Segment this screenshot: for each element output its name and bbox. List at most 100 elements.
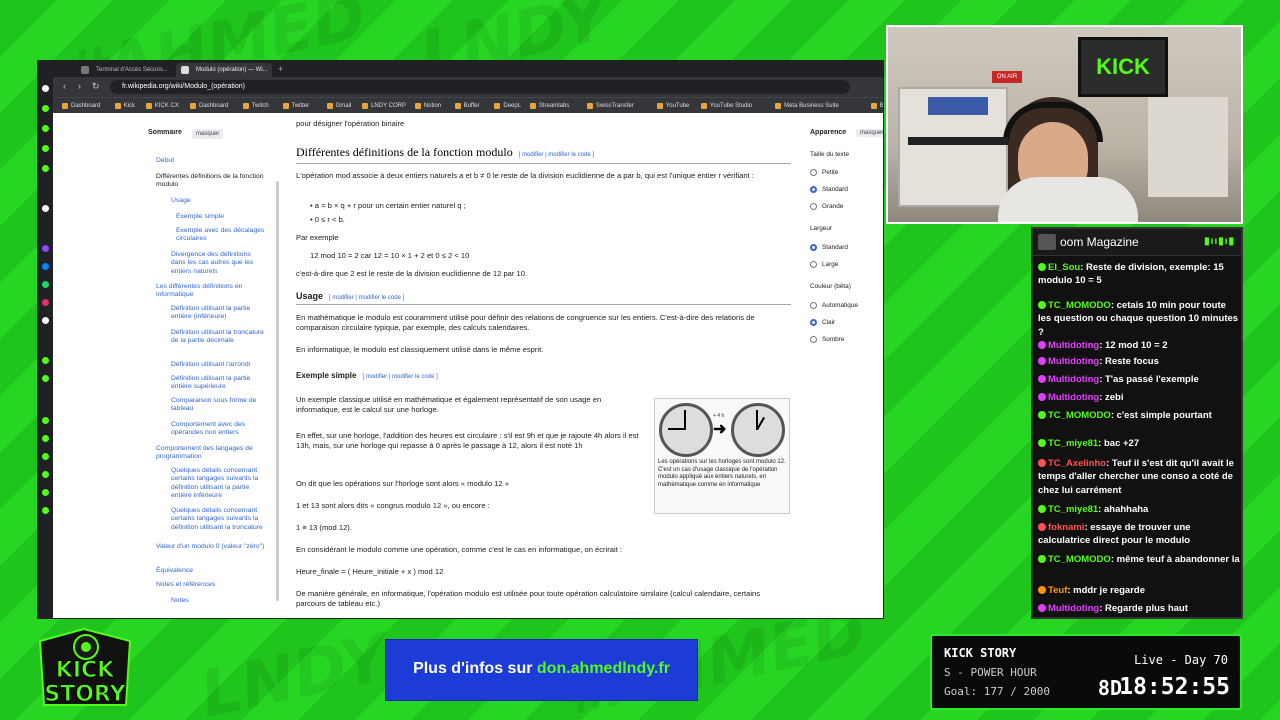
toc-item[interactable]: Valeur d'un modulo 0 (valeur "zéro") xyxy=(156,543,266,551)
bookmark-item[interactable]: Buffer xyxy=(454,100,480,112)
bookmark-item[interactable]: BNPP Real E xyxy=(870,100,883,112)
toc-item[interactable]: Divergence des définitions dans les cas … xyxy=(171,251,266,276)
toc-item[interactable]: Définition utilisant la troncature de la… xyxy=(171,329,266,346)
toc-item[interactable]: Comportement avec des opérandes non enti… xyxy=(171,421,266,438)
toc-item[interactable]: Notes et références xyxy=(156,581,266,589)
bookmark-item[interactable]: Meta Business Suite xyxy=(775,100,839,112)
chat-username[interactable]: TC_miye81 xyxy=(1048,438,1098,449)
section-heading: Différentes définitions de la fonction m… xyxy=(296,145,594,159)
chat-message: TC_MOMODO: c'est simple pourtant xyxy=(1038,409,1241,422)
messenger-icon[interactable] xyxy=(42,263,49,270)
toc-item[interactable]: Définition utilisant l'arrondi xyxy=(171,361,266,369)
sidebar-icon[interactable] xyxy=(42,205,49,212)
toc-item[interactable]: Les différentes définitions en informati… xyxy=(156,283,266,300)
chat-username[interactable]: TC_MOMODO xyxy=(1048,554,1111,565)
radio-small[interactable]: Petite xyxy=(810,169,838,176)
sidebar-icon[interactable] xyxy=(42,489,49,496)
stream-goal-widget: KICK STORY S - POWER HOUR Goal: 177 / 20… xyxy=(930,634,1242,710)
back-icon[interactable]: ‹ xyxy=(63,81,66,91)
toc-item[interactable]: Exemple avec des décalages circulaires xyxy=(176,227,266,244)
sidebar-icon[interactable] xyxy=(42,453,49,460)
forward-icon[interactable]: › xyxy=(78,81,81,91)
sidebar-icon[interactable] xyxy=(42,435,49,442)
toc-item[interactable]: Comportement des langages de programmati… xyxy=(156,445,266,462)
reload-icon[interactable]: ↻ xyxy=(92,81,100,92)
radio-color-auto[interactable]: Automatique xyxy=(810,302,858,309)
toc-item[interactable]: Usage xyxy=(171,197,266,205)
bookmark-item[interactable]: Twitch xyxy=(242,100,269,112)
toc-item[interactable]: Début xyxy=(156,157,266,165)
sidebar-icon[interactable] xyxy=(42,417,49,424)
sidebar-icon[interactable] xyxy=(42,105,49,112)
sidebar-icon[interactable] xyxy=(42,125,49,132)
sidebar-icon[interactable] xyxy=(42,85,49,92)
settings-icon[interactable] xyxy=(42,507,49,514)
new-tab-icon[interactable]: + xyxy=(278,63,283,75)
edit-link[interactable]: [ modifier | modifier le code ] xyxy=(519,152,594,158)
toc-hide-button[interactable]: masquer xyxy=(192,129,224,140)
x-icon[interactable] xyxy=(42,317,49,324)
bookmark-item[interactable]: Twitter xyxy=(282,100,309,112)
twitch-icon[interactable] xyxy=(42,245,49,252)
edit-link[interactable]: [ modifier | modifier le code ] xyxy=(362,374,437,380)
toc-item[interactable]: Exemple simple xyxy=(176,213,266,221)
chat-username[interactable]: TC_MOMODO xyxy=(1048,300,1111,311)
chat-username[interactable]: Multidoting xyxy=(1048,340,1099,351)
toc-item[interactable]: Notes xyxy=(171,597,266,604)
edit-link[interactable]: [ modifier | modifier le code ] xyxy=(329,295,404,301)
radio-standard[interactable]: Standard xyxy=(810,186,848,193)
bookmark-item[interactable]: DeepL xyxy=(494,100,521,112)
chat-username[interactable]: Multidoting xyxy=(1048,603,1099,614)
toc-item[interactable]: Quelques détails concernant certains lan… xyxy=(171,467,266,501)
bookmark-item[interactable]: SwissTransfer xyxy=(586,100,634,112)
toc-item[interactable]: Différentes définitions de la fonction m… xyxy=(156,173,266,190)
chat-username[interactable]: TC_Axelinho xyxy=(1048,458,1106,469)
whatsapp-icon[interactable] xyxy=(42,281,49,288)
sidebar-icon[interactable] xyxy=(42,145,49,152)
instagram-icon[interactable] xyxy=(42,299,49,306)
radio-width-standard[interactable]: Standard xyxy=(810,244,848,251)
bookmark-item[interactable]: Notion xyxy=(414,100,441,112)
radio-color-light[interactable]: Clair xyxy=(810,319,835,326)
sidebar-icon[interactable] xyxy=(42,375,49,382)
tab-terminal[interactable]: Terminal d'Accès Sécuris... xyxy=(76,63,172,77)
chat-avatar-icon xyxy=(1038,234,1056,250)
toc-item[interactable]: Définition utilisant la partie entière (… xyxy=(171,305,266,322)
chat-username[interactable]: Multidoting xyxy=(1048,374,1099,385)
chat-username[interactable]: TC_MOMODO xyxy=(1048,410,1111,421)
bookmark-item[interactable]: Streamlabs xyxy=(529,100,569,112)
chat-username[interactable]: foknami xyxy=(1048,522,1084,533)
toc-item[interactable]: Quelques détails concernant certains lan… xyxy=(171,507,266,532)
radio-large[interactable]: Grande xyxy=(810,203,843,210)
sidebar-icon[interactable] xyxy=(42,357,49,364)
bookmark-item[interactable]: Gmail xyxy=(326,100,351,112)
bookmark-item[interactable]: Dashboard xyxy=(190,100,228,112)
bullet-item: • a = b × q + r pour un certain entier n… xyxy=(310,201,466,210)
bookmark-item[interactable]: LNDY CORP xyxy=(362,100,406,112)
toc-item[interactable]: Définition utilisant la partie entière s… xyxy=(171,375,266,392)
article-paragraph: En mathématique le modulo est couramment… xyxy=(296,313,755,332)
sidebar-icon[interactable] xyxy=(42,471,49,478)
radio-color-dark[interactable]: Sombre xyxy=(810,336,844,343)
sidebar-icon[interactable] xyxy=(42,165,49,172)
toc-item[interactable]: Équivalence xyxy=(156,567,266,575)
bookmark-item[interactable]: KICK CX xyxy=(145,100,179,112)
banner-link[interactable]: don.ahmedlndy.fr xyxy=(537,660,670,677)
toc-scrollbar[interactable] xyxy=(276,181,279,601)
chat-username[interactable]: El_Sou xyxy=(1048,262,1080,273)
bookmark-item[interactable]: Dashboard xyxy=(62,100,100,112)
radio-width-large[interactable]: Large xyxy=(810,261,838,268)
chat-username[interactable]: Teuf xyxy=(1048,585,1067,596)
bookmarks-bar: Dashboard Kick KICK CX Dashboard Twitch Twitt… xyxy=(38,97,883,113)
appearance-hide-button[interactable]: masquer xyxy=(856,129,883,137)
bookmark-item[interactable]: Kick xyxy=(114,100,135,112)
browser-window: Terminal d'Accès Sécuris... Modulo (opér… xyxy=(37,60,884,619)
toc-item[interactable]: Comparaison sous forme de tableau xyxy=(171,397,266,414)
bookmark-item[interactable]: YouTube xyxy=(656,100,689,112)
chat-username[interactable]: Multidoting xyxy=(1048,392,1099,403)
chat-username[interactable]: Multidoting xyxy=(1048,356,1099,367)
tab-wikipedia[interactable]: Modulo (opération) — Wi... xyxy=(176,63,272,77)
url-input[interactable]: fr.wikipedia.org/wiki/Modulo_(opération) xyxy=(110,80,850,94)
bookmark-item[interactable]: YouTube Studio xyxy=(700,100,752,112)
chat-username[interactable]: TC_miye81 xyxy=(1048,504,1098,515)
